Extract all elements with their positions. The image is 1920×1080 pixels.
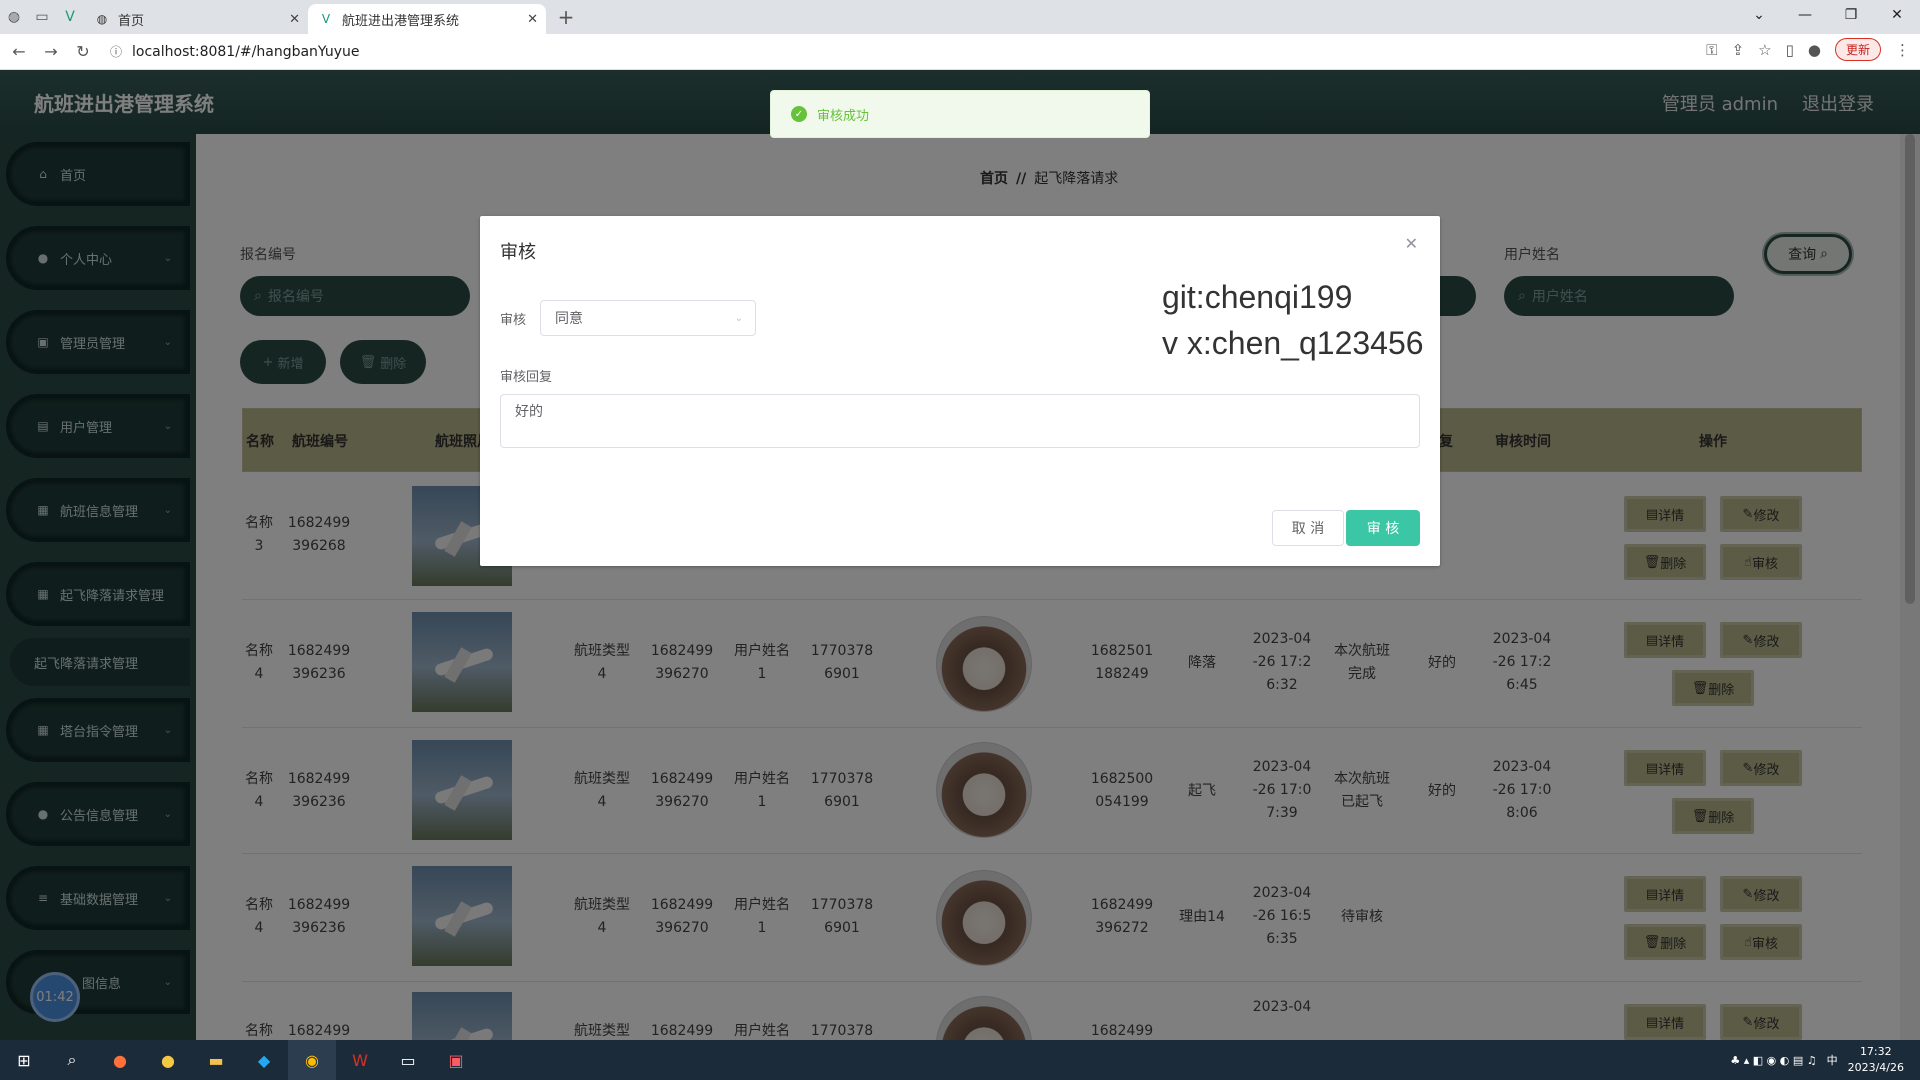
tray-icons[interactable]: ♣ ▴ ◧ ◉ ◐ ▤ ♫: [1730, 1054, 1816, 1067]
share-icon[interactable]: ⇪: [1732, 41, 1745, 59]
dialog-title: 审核: [500, 242, 536, 263]
firefox-icon[interactable]: ●: [96, 1040, 144, 1080]
reply-textarea[interactable]: 好的: [500, 394, 1420, 448]
reply-field-label: 审核回复: [500, 370, 553, 385]
menu-icon[interactable]: ⋮: [1895, 41, 1910, 59]
tab-title: 航班进出港管理系统: [342, 13, 460, 29]
search-icon[interactable]: ⌕: [48, 1040, 96, 1080]
back-icon[interactable]: ←: [6, 39, 32, 65]
reload-icon[interactable]: ↻: [70, 39, 96, 65]
key-icon[interactable]: ⚿: [1706, 41, 1717, 59]
tab-active[interactable]: V 航班进出港管理系统 ✕: [308, 4, 546, 34]
new-tab-button[interactable]: +: [546, 0, 586, 34]
close-icon[interactable]: ✕: [527, 12, 538, 27]
minimize-icon[interactable]: —: [1782, 0, 1828, 30]
success-message: ✓ 审核成功: [770, 90, 1150, 138]
vscode-icon[interactable]: ◆: [240, 1040, 288, 1080]
window-controls: ⌄ — ❐ ✕: [1736, 0, 1920, 30]
close-icon[interactable]: ✕: [289, 12, 300, 27]
app-icon[interactable]: ●: [144, 1040, 192, 1080]
tab-favicon-1[interactable]: ◍: [0, 0, 28, 34]
cancel-button[interactable]: 取 消: [1272, 510, 1344, 546]
watermark-line: git:chenqi199: [1162, 279, 1353, 315]
tab-title: 首页: [118, 13, 145, 29]
restore-icon[interactable]: ❐: [1828, 0, 1874, 30]
url-field[interactable]: ⓘ localhost:8081/#/hangbanYuyue: [110, 38, 360, 66]
check-circle-icon: ✓: [791, 106, 807, 122]
message-text: 审核成功: [817, 108, 870, 124]
close-window-icon[interactable]: ✕: [1874, 0, 1920, 30]
folder-icon[interactable]: ▬: [192, 1040, 240, 1080]
system-tray: ♣ ▴ ◧ ◉ ◐ ▤ ♫ 中 17:32 2023/4/26: [1730, 1040, 1904, 1080]
browser-toolbar-right: ⚿ ⇪ ☆ ▯ ● 更新 ⋮: [1706, 38, 1910, 61]
review-field-label: 审核: [500, 313, 527, 328]
windows-start-icon[interactable]: ⊞: [0, 1040, 48, 1080]
watermark: git:chenqi199 v x:chen_q123456: [1162, 274, 1424, 366]
tab-home[interactable]: ◍ 首页 ✕: [84, 4, 308, 34]
globe-icon: ◍: [96, 12, 108, 26]
terminal-icon[interactable]: ▭: [384, 1040, 432, 1080]
sidepanel-icon[interactable]: ▯: [1786, 41, 1794, 59]
info-icon[interactable]: ⓘ: [110, 43, 122, 60]
forward-icon[interactable]: →: [38, 39, 64, 65]
watermark-line: v x:chen_q123456: [1162, 325, 1424, 361]
idea-icon[interactable]: ▣: [432, 1040, 480, 1080]
address-bar: ← → ↻ ⓘ localhost:8081/#/hangbanYuyue ⚿ …: [0, 34, 1920, 70]
close-icon[interactable]: ✕: [1405, 234, 1418, 253]
confirm-review-button[interactable]: 审 核: [1346, 510, 1420, 546]
tab-search-icon[interactable]: ⌄: [1736, 0, 1782, 30]
chevron-down-icon: ⌄: [734, 312, 743, 324]
profile-icon[interactable]: ●: [1808, 41, 1821, 59]
vue-icon: V: [321, 12, 331, 26]
clock[interactable]: 17:32 2023/4/26: [1848, 1044, 1904, 1076]
wps-icon[interactable]: W: [336, 1040, 384, 1080]
update-button[interactable]: 更新: [1834, 38, 1881, 61]
select-value: 同意: [555, 311, 583, 327]
chrome-icon[interactable]: ◉: [288, 1040, 336, 1080]
url-text: localhost:8081/#/hangbanYuyue: [132, 43, 360, 60]
tab-favicon-2[interactable]: ▭: [28, 0, 56, 34]
browser-tab-strip: ◍ ▭ V ◍ 首页 ✕ V 航班进出港管理系统 ✕ + ⌄ — ❐ ✕: [0, 0, 1920, 34]
clock-date: 2023/4/26: [1847, 1061, 1904, 1074]
tab-favicon-3[interactable]: V: [56, 0, 84, 34]
ime-indicator[interactable]: 中: [1827, 1052, 1838, 1068]
review-dialog: 审核 ✕ git:chenqi199 v x:chen_q123456 审核 同…: [480, 216, 1440, 566]
star-icon[interactable]: ☆: [1758, 41, 1771, 59]
review-select[interactable]: 同意 ⌄: [540, 300, 756, 336]
windows-taskbar: ⊞ ⌕ ● ● ▬ ◆ ◉ W ▭ ▣ ♣ ▴ ◧ ◉ ◐ ▤ ♫ 中 17:3…: [0, 1040, 1920, 1080]
clock-time: 17:32: [1859, 1045, 1892, 1058]
